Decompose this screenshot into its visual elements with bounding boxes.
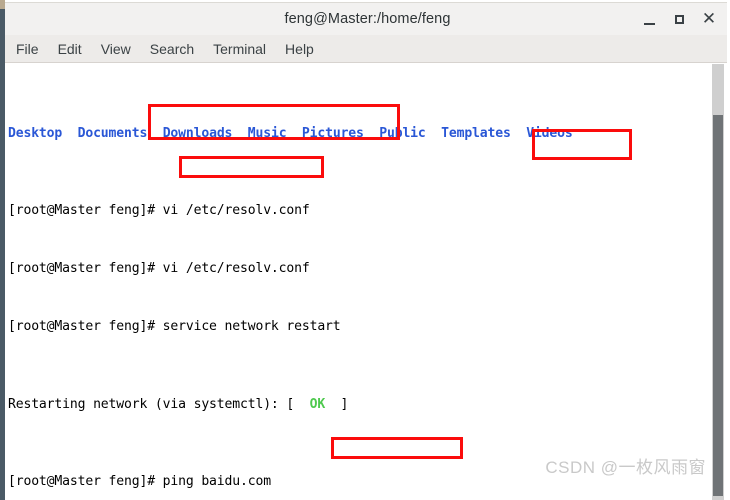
dir-videos: Videos bbox=[526, 126, 573, 142]
window-controls: ✕ bbox=[634, 3, 724, 36]
dir-desktop: Desktop bbox=[8, 126, 63, 142]
ok-bracket-close: ] bbox=[325, 396, 349, 412]
watermark: CSDN @一枚风雨窗 bbox=[545, 458, 706, 477]
close-button[interactable]: ✕ bbox=[694, 5, 724, 35]
minimize-button[interactable] bbox=[634, 5, 664, 35]
menu-bar: File Edit View Search Terminal Help bbox=[5, 35, 730, 63]
vertical-scrollbar[interactable] bbox=[712, 64, 724, 500]
minimize-icon bbox=[643, 23, 655, 25]
close-icon: ✕ bbox=[701, 9, 717, 29]
ok-status-text: OK bbox=[309, 396, 326, 412]
restarting-network-line: Restarting network (via systemctl): [ OK… bbox=[8, 395, 715, 414]
title-bar[interactable]: feng@Master:/home/feng ✕ bbox=[5, 2, 730, 35]
terminal-text: Desktop Documents Downloads Music Pictur… bbox=[8, 66, 715, 500]
terminal-window: feng@Master:/home/feng ✕ File Edit View … bbox=[0, 0, 730, 500]
restarting-network-text: Restarting network (via systemctl): bbox=[8, 396, 287, 412]
command-line-vi-2: [root@Master feng]# vi /etc/resolv.conf bbox=[8, 261, 310, 277]
maximize-icon bbox=[674, 15, 684, 24]
scrollbar-thumb[interactable] bbox=[713, 115, 723, 496]
menu-item-terminal[interactable]: Terminal bbox=[213, 39, 276, 59]
dir-downloads: Downloads bbox=[162, 126, 233, 142]
menu-item-edit[interactable]: Edit bbox=[58, 39, 92, 59]
maximize-button[interactable] bbox=[664, 5, 694, 35]
ok-bracket-open: [ bbox=[286, 396, 310, 412]
menu-item-search[interactable]: Search bbox=[150, 39, 204, 59]
menu-item-file[interactable]: File bbox=[16, 39, 49, 59]
window-left-edge-accent bbox=[0, 0, 5, 9]
command-line-vi-1: [root@Master feng]# vi /etc/resolv.conf bbox=[8, 203, 310, 219]
menu-item-help[interactable]: Help bbox=[285, 39, 324, 59]
dir-documents: Documents bbox=[77, 126, 148, 142]
directory-listing-line: Desktop Documents Downloads Music Pictur… bbox=[8, 124, 715, 143]
dir-templates: Templates bbox=[441, 126, 511, 142]
dir-pictures: Pictures bbox=[301, 126, 364, 142]
window-left-edge bbox=[0, 0, 5, 500]
command-line-service-restart: [root@Master feng]# service network rest… bbox=[8, 319, 341, 335]
menu-item-view[interactable]: View bbox=[101, 39, 141, 59]
window-title: feng@Master:/home/feng bbox=[284, 11, 451, 27]
terminal-output-area[interactable]: Desktop Documents Downloads Music Pictur… bbox=[5, 64, 715, 500]
dir-public: Public bbox=[379, 126, 426, 142]
dir-music: Music bbox=[247, 126, 287, 142]
